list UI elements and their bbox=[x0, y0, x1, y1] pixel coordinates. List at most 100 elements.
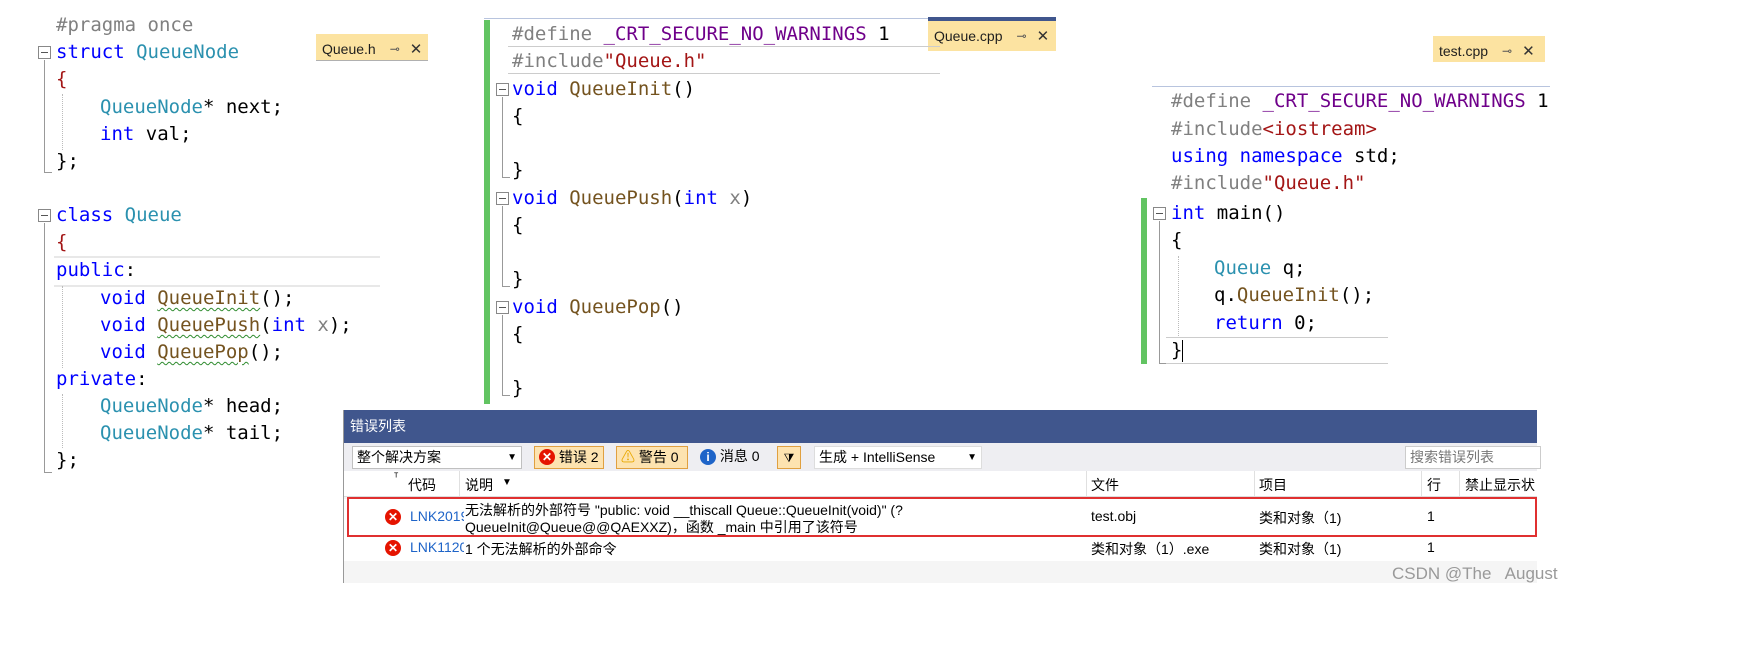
brace: }; bbox=[56, 449, 79, 471]
search-input[interactable]: 搜索错误列表 bbox=[1405, 446, 1541, 469]
current-line-highlight bbox=[1166, 363, 1388, 364]
fold-line bbox=[502, 97, 503, 178]
collapse-icon[interactable] bbox=[496, 192, 509, 205]
brace: } bbox=[512, 377, 524, 399]
pin-icon[interactable]: ⊸ bbox=[390, 42, 400, 56]
queue-cpp-tab[interactable]: Queue.cpp ⊸ ✕ bbox=[928, 17, 1056, 51]
indent-guide bbox=[62, 286, 63, 368]
keyword: void bbox=[512, 296, 558, 318]
column-file[interactable]: 文件 bbox=[1091, 475, 1119, 495]
errors-filter-button[interactable]: ✕ 错误 2 bbox=[534, 446, 604, 469]
editor-top-border bbox=[1152, 86, 1550, 87]
errors-count: 错误 2 bbox=[558, 449, 599, 465]
string-literal: "Queue.h" bbox=[603, 50, 707, 72]
code-text: ); bbox=[328, 314, 352, 336]
pragma-line: #pragma once bbox=[56, 14, 194, 36]
keyword: void bbox=[100, 341, 146, 363]
column-code[interactable]: 代码 bbox=[408, 475, 436, 495]
brace: } bbox=[1171, 339, 1183, 361]
messages-filter-button[interactable]: i 消息 0 bbox=[696, 446, 764, 469]
code-text: * tail; bbox=[202, 422, 284, 444]
indent-guide bbox=[62, 394, 63, 448]
error-project: 类和对象（1) bbox=[1259, 541, 1342, 557]
type-name: QueueNode bbox=[100, 395, 203, 417]
error-code[interactable]: LNK1120 bbox=[410, 539, 464, 555]
string-literal: "Queue.h" bbox=[1262, 172, 1366, 194]
sort-icon: ᵀ bbox=[394, 472, 399, 483]
current-line-highlight bbox=[1166, 337, 1388, 338]
chevron-down-icon: ▼ bbox=[967, 452, 977, 463]
warnings-filter-button[interactable]: ⚠ 警告 0 bbox=[616, 446, 688, 469]
text-cursor bbox=[1182, 339, 1184, 362]
info-icon: i bbox=[700, 449, 716, 466]
code-text: (); bbox=[248, 341, 284, 363]
fold-end bbox=[44, 472, 52, 473]
code-text: () bbox=[672, 78, 696, 100]
close-icon[interactable]: ✕ bbox=[1037, 27, 1050, 45]
brace: }; bbox=[56, 150, 79, 172]
warning-icon: ⚠ bbox=[621, 449, 635, 465]
fold-line bbox=[502, 315, 503, 396]
test-cpp-tab[interactable]: test.cpp ⊸ ✕ bbox=[1433, 36, 1545, 62]
queue-h-tab[interactable]: Queue.h ⊸ ✕ bbox=[316, 34, 428, 60]
brace: { bbox=[56, 68, 68, 90]
error-icon: ✕ bbox=[385, 540, 401, 556]
code-text: ) bbox=[740, 187, 753, 209]
code-text: * next; bbox=[202, 96, 284, 118]
indent-guide bbox=[1178, 256, 1179, 338]
table-row[interactable]: ✕ LNK1120 1 个无法解析的外部命令 类和对象（1）.exe 类和对象（… bbox=[344, 537, 1537, 561]
code-text: * head; bbox=[202, 395, 284, 417]
collapse-icon[interactable] bbox=[1153, 207, 1166, 220]
tab-label: Queue.h bbox=[322, 40, 376, 57]
changed-lines-bar bbox=[484, 20, 490, 404]
directive: #include bbox=[1171, 118, 1263, 140]
pin-icon[interactable]: ⊸ bbox=[1502, 44, 1512, 58]
collapse-icon[interactable] bbox=[38, 209, 51, 222]
type-name: Queue bbox=[124, 204, 182, 226]
keyword: void bbox=[100, 314, 146, 336]
error-list-toolbar: 整个解决方案 ▼ ✕ 错误 2 ⚠ 警告 0 i 消息 0 ⧩ 生成 + Int… bbox=[344, 443, 1541, 471]
function-name: QueueInit bbox=[569, 78, 673, 100]
tab-underline bbox=[316, 60, 428, 61]
fold-end bbox=[502, 395, 510, 396]
pin-icon[interactable]: ⊸ bbox=[1017, 29, 1027, 43]
error-highlight-box bbox=[347, 497, 1537, 537]
param: x bbox=[305, 314, 329, 336]
error-line: 1 bbox=[1427, 539, 1435, 555]
function-name: QueueInit bbox=[1236, 284, 1340, 306]
fold-line bbox=[44, 223, 45, 473]
collapse-icon[interactable] bbox=[38, 46, 51, 59]
fold-line bbox=[502, 206, 503, 287]
indent-guide bbox=[62, 94, 63, 150]
close-icon[interactable]: ✕ bbox=[1522, 42, 1535, 60]
collapse-icon[interactable] bbox=[496, 83, 509, 96]
tab-label: Queue.cpp bbox=[934, 28, 1003, 44]
param: x bbox=[717, 187, 741, 209]
build-filter-dropdown[interactable]: 生成 + IntelliSense ▼ bbox=[814, 446, 982, 469]
warnings-count: 警告 0 bbox=[638, 449, 679, 465]
keyword: int bbox=[683, 187, 718, 209]
fold-line bbox=[44, 60, 45, 173]
column-description[interactable]: 说明 bbox=[465, 475, 493, 495]
filter-toggle-button[interactable]: ⧩ bbox=[777, 446, 801, 469]
fold-end bbox=[502, 177, 510, 178]
type-name: QueueNode bbox=[100, 96, 203, 118]
search-placeholder: 搜索错误列表 bbox=[1410, 449, 1494, 465]
close-icon[interactable]: ✕ bbox=[410, 40, 423, 58]
code-text: (); bbox=[260, 287, 295, 309]
error-icon: ✕ bbox=[539, 449, 555, 466]
scope-dropdown[interactable]: 整个解决方案 ▼ bbox=[352, 446, 522, 469]
keyword: return bbox=[1214, 312, 1283, 334]
keyword: public bbox=[56, 259, 125, 281]
code-text: (); bbox=[1339, 284, 1375, 306]
fold-end bbox=[502, 286, 510, 287]
column-project[interactable]: 项目 bbox=[1259, 475, 1287, 495]
collapse-icon[interactable] bbox=[496, 301, 509, 314]
brace: { bbox=[512, 105, 524, 127]
error-table-header: ᵀ 代码 说明 ▼ 文件 项目 行 禁止显示状态 bbox=[344, 471, 1537, 513]
column-line[interactable]: 行 bbox=[1427, 475, 1441, 495]
function-name: QueuePush bbox=[569, 187, 673, 209]
error-file: 类和对象（1）.exe bbox=[1091, 541, 1210, 557]
code-text: val; bbox=[134, 123, 192, 145]
keyword: class bbox=[56, 204, 114, 226]
